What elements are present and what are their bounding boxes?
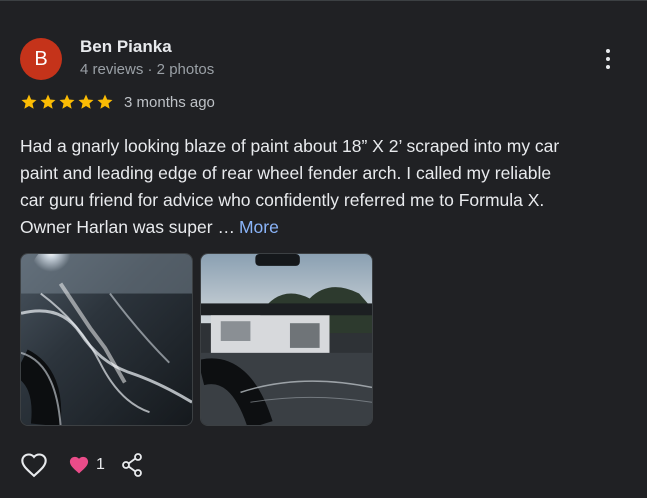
- more-vert-icon-dot: [606, 65, 610, 69]
- photo-scratch-closeup: [21, 254, 192, 425]
- photo-fender-reflection: [201, 254, 372, 425]
- star-icon: [40, 94, 56, 109]
- avatar[interactable]: B: [20, 38, 62, 80]
- review-text-line: car guru friend for advice who confident…: [20, 190, 545, 210]
- reaction-count-value: 1: [96, 456, 105, 473]
- more-link[interactable]: More: [239, 217, 279, 237]
- reviewer-meta: 4 reviews · 2 photos: [80, 61, 215, 78]
- like-button[interactable]: [20, 451, 48, 479]
- star-icon: [59, 94, 75, 109]
- more-vert-icon-dot: [606, 57, 610, 61]
- star-icon: [97, 94, 113, 109]
- star-icon: [21, 94, 37, 109]
- review-photo-2[interactable]: [200, 253, 373, 426]
- rating-row: 3 months ago: [20, 93, 215, 111]
- share-button[interactable]: [119, 451, 145, 479]
- heart-outline-icon: [21, 453, 47, 478]
- review-text-last: Owner Harlan was super …: [20, 217, 235, 237]
- avatar-initial: B: [34, 47, 48, 70]
- reaction-count[interactable]: 1: [68, 455, 105, 475]
- review-card: B Ben Pianka 4 reviews · 2 photos 3 mont…: [0, 0, 647, 498]
- star-rating: [20, 93, 114, 111]
- review-actions: 1: [20, 451, 145, 479]
- review-text-line: paint and leading edge of rear wheel fen…: [20, 163, 552, 183]
- heart-filled-icon: [69, 456, 89, 474]
- review-text: Had a gnarly looking blaze of paint abou…: [20, 133, 620, 241]
- divider: [0, 0, 647, 1]
- reviewer-name[interactable]: Ben Pianka: [80, 37, 172, 57]
- share-icon: [122, 453, 142, 477]
- review-photo-1[interactable]: [20, 253, 193, 426]
- more-options-button[interactable]: [596, 44, 620, 74]
- more-vert-icon: [606, 49, 610, 53]
- review-text-line: Owner Harlan was super … More: [20, 214, 620, 241]
- star-icon: [78, 94, 94, 109]
- review-time: 3 months ago: [124, 93, 215, 111]
- review-text-line: Had a gnarly looking blaze of paint abou…: [20, 136, 560, 156]
